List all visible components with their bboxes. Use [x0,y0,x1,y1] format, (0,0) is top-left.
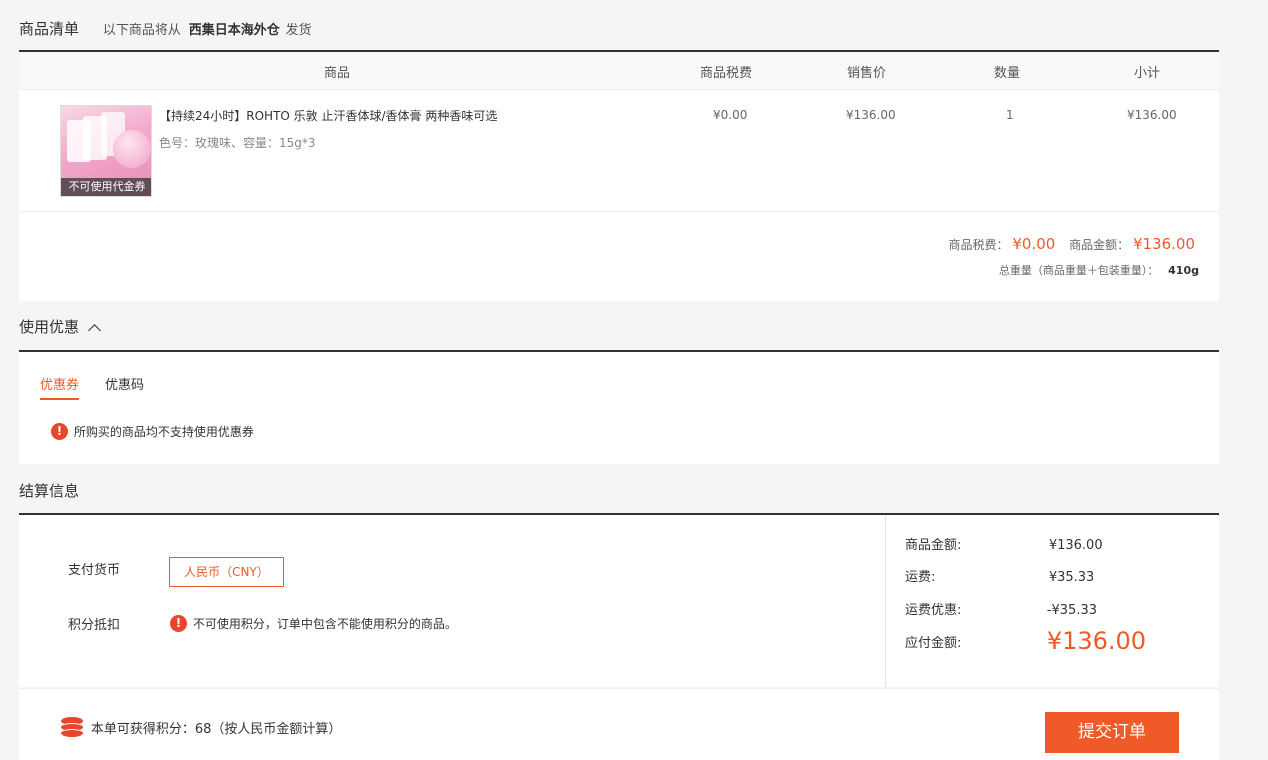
coupon-notice: ! 所购买的商品均不支持使用优惠券 [51,423,254,440]
points-earn: 本单可获得积分：68（按人民币金额计算） [61,717,341,737]
tab-coupon-label: 优惠券 [40,378,80,393]
tax-label: 商品税费： [948,238,1009,252]
settle-panel: 支付货币 人民币（CNY） 积分抵扣 ! 不可使用积分，订单中包含不能使用积分的… [19,515,1219,687]
payable-label: 应付金额: [905,635,962,651]
payable-row: 应付金额: ¥136.00 [905,627,1146,655]
table-header: 商品 商品税费 销售价 数量 小计 [19,52,1219,90]
submit-order-button[interactable]: 提交订单 [1045,712,1179,753]
promo-title: 使用优惠 [19,318,80,336]
settle-divider [885,515,886,687]
points-notice: ! 不可使用积分，订单中包含不能使用积分的商品。 [170,615,457,632]
amount-label: 商品金额： [1069,238,1130,252]
item-price: ¥136.00 [846,108,896,122]
warehouse-name: 西集日本海外仓 [188,23,280,38]
promo-title-row[interactable]: 使用优惠 [19,316,101,337]
tax-value: ¥0.00 [1012,235,1056,253]
coins-icon [61,717,83,737]
submit-order-label: 提交订单 [1078,722,1146,742]
col-tax: 商品税费 [700,66,753,81]
weight-value: 410g [1168,264,1199,277]
points-notice-text: 不可使用积分，订单中包含不能使用积分的商品。 [192,617,457,631]
product-table: 商品 商品税费 销售价 数量 小计 不可使用代金券 【持续24小时】ROHTO … [19,52,1219,301]
points-label: 积分抵扣 [68,618,121,633]
col-product: 商品 [324,66,351,81]
table-row: 不可使用代金券 【持续24小时】ROHTO 乐敦 止汗香体球/香体膏 两种香味可… [19,90,1219,212]
ship-suffix: 发货 [285,23,312,38]
warning-icon: ! [51,423,68,440]
col-subtotal: 小计 [1134,66,1161,81]
footer-bar: 本单可获得积分：68（按人民币金额计算） 提交订单 [19,688,1219,760]
settle-title: 结算信息 [19,482,80,500]
currency-label: 支付货币 [68,563,121,578]
product-image[interactable]: 不可使用代金券 [60,105,152,197]
product-name[interactable]: 【持续24小时】ROHTO 乐敦 止汗香体球/香体膏 两种香味可选 [159,107,497,124]
tab-coupon[interactable]: 优惠券 [40,374,80,400]
price-row: 商品金额: ¥136.00 [905,534,1103,553]
tab-promo-code[interactable]: 优惠码 [105,374,144,400]
tab-promo-code-label: 优惠码 [105,378,145,393]
points-earn-text: 本单可获得积分：68（按人民币金额计算） [90,721,342,737]
weight-label: 总重量（商品重量＋包装重量）： [998,264,1159,277]
warning-icon: ! [170,615,187,632]
item-qty: 1 [1006,108,1014,122]
shipping-discount-value: -¥35.33 [1046,603,1098,618]
payable-value: ¥136.00 [1046,627,1147,655]
product-ball-4 [113,130,151,168]
col-price: 销售价 [847,66,887,81]
shipping-discount-label: 运费优惠: [905,603,962,618]
shipping-row: 运费: ¥35.33 [905,566,1094,585]
currency-select[interactable]: 人民币（CNY） [169,557,284,587]
order-summary: 商品税费： ¥0.00 商品金额： ¥136.00 [949,235,1196,253]
amount-value: ¥136.00 [1132,235,1195,253]
promo-panel: 优惠券 优惠码 ! 所购买的商品均不支持使用优惠券 [19,352,1219,464]
product-spec: 色号：玫瑰味、容量：15g*3 [159,136,316,150]
voucher-badge: 不可使用代金券 [61,178,151,196]
coupon-notice-text: 所购买的商品均不支持使用优惠券 [73,425,254,439]
price-row-label: 商品金额: [905,538,962,553]
coin-layer-3 [61,729,83,737]
currency-value: 人民币（CNY） [184,565,269,579]
item-tax: ¥0.00 [713,108,748,122]
shipping-row-label: 运费: [905,570,936,585]
page-title: 商品清单 [19,20,80,38]
item-subtotal: ¥136.00 [1127,108,1177,122]
ship-prefix: 以下商品将从 [102,23,181,38]
col-qty: 数量 [994,66,1021,81]
shipping-discount-row: 运费优惠: -¥35.33 [905,599,1097,618]
weight-line: 总重量（商品重量＋包装重量）： 410g [999,262,1199,278]
shipping-row-value: ¥35.33 [1048,570,1095,585]
page-header: 商品清单 以下商品将从 西集日本海外仓 发货 [19,18,312,40]
price-row-value: ¥136.00 [1048,538,1103,553]
chevron-up-icon[interactable] [87,324,101,337]
